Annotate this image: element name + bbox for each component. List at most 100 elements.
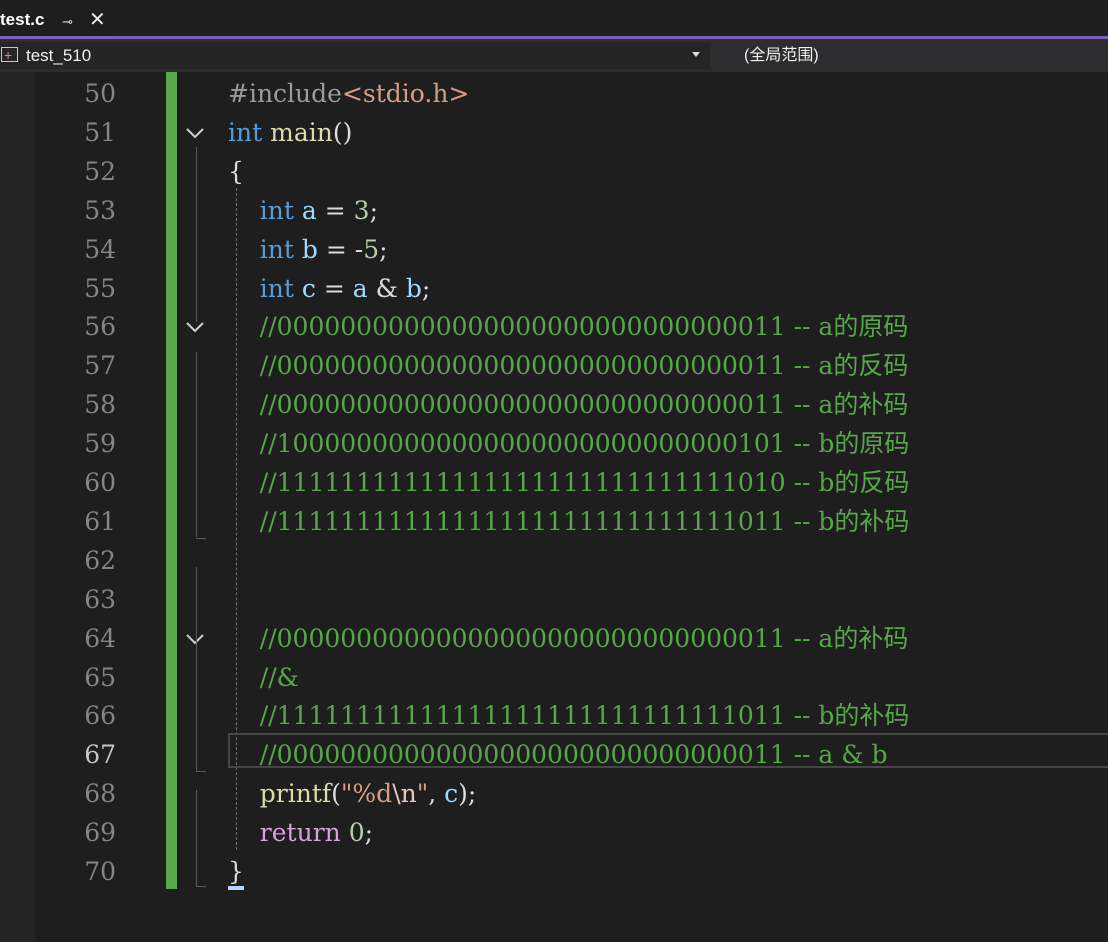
code-token: //00000000000000000000000000000011 -- a …	[259, 740, 888, 770]
line-number: 60	[84, 468, 116, 497]
code-line[interactable]: int c = a & b;	[228, 269, 430, 308]
chevron-down-icon[interactable]	[184, 316, 206, 338]
code-token: //00000000000000000000000000000011 -- a的…	[259, 623, 909, 653]
code-token: //11111111111111111111111111111011 -- b的…	[259, 506, 910, 536]
code-token: <stdio.h>	[341, 79, 470, 108]
line-number: 65	[84, 662, 116, 692]
code-line[interactable]: int a = 3;	[228, 191, 378, 230]
code-line[interactable]: //00000000000000000000000000000011 -- a的…	[228, 346, 909, 385]
line-number: 54	[84, 234, 116, 264]
code-token: ()	[332, 117, 353, 147]
fold-outline	[196, 790, 197, 886]
fold-outline	[196, 656, 197, 771]
code-token: ;	[369, 195, 378, 225]
code-line[interactable]: int b = -5;	[228, 230, 388, 269]
code-token: int	[259, 234, 294, 264]
code-line[interactable]: //&	[228, 658, 299, 697]
fold-end-tick	[196, 538, 206, 539]
code-token: "	[416, 779, 429, 809]
chevron-down-icon[interactable]	[184, 122, 206, 144]
code-token: a	[352, 273, 368, 303]
project-label: test_510	[26, 46, 92, 65]
line-number: 59	[84, 429, 116, 459]
change-tracking-bar	[166, 72, 177, 889]
code-token: int	[259, 273, 294, 303]
line-number: 64	[84, 623, 116, 653]
code-line[interactable]: //11111111111111111111111111111011 -- b的…	[228, 502, 910, 541]
code-token: //11111111111111111111111111111010 -- b的…	[259, 468, 910, 497]
code-token: 0	[348, 818, 365, 848]
line-number: 53	[84, 195, 116, 225]
code-token: 5	[363, 234, 380, 264]
code-token: ;	[364, 818, 374, 848]
code-editor[interactable]: 50 51 52 53 54 55 56 57 58 59 60 61 62 63 64 65 66 67 68 69…	[0, 72, 1108, 942]
code-line[interactable]: //00000000000000000000000000000011 -- a的…	[228, 619, 909, 658]
code-token: printf	[259, 779, 332, 809]
fold-outline	[196, 352, 197, 537]
code-token: a	[301, 195, 317, 225]
code-token: }	[228, 857, 244, 886]
scope-dropdown[interactable]: (全局范围)	[716, 42, 1108, 69]
code-line[interactable]: //11111111111111111111111111111010 -- b的…	[228, 463, 910, 502]
close-icon[interactable]: ✕	[89, 10, 107, 30]
code-line[interactable]: //00000000000000000000000000000011 -- a …	[228, 735, 888, 774]
tab-strip: test.c ⊸ ✕	[0, 0, 1108, 39]
line-number: 69	[84, 818, 116, 848]
line-number: 67	[84, 740, 116, 770]
code-line[interactable]: return 0;	[228, 813, 373, 852]
line-number: 50	[84, 79, 116, 108]
tab-test-c[interactable]: test.c ⊸ ✕	[0, 4, 114, 38]
code-token: ,	[428, 779, 445, 809]
chevron-down-icon[interactable]	[692, 52, 700, 57]
line-number: 51	[84, 117, 116, 147]
code-token: (	[331, 779, 341, 809]
code-line[interactable]: #include<stdio.h>	[228, 74, 469, 113]
code-token: //&	[259, 662, 299, 692]
fold-end-tick	[196, 886, 206, 887]
chevron-down-icon[interactable]	[184, 628, 206, 650]
project-dropdown[interactable]: test_510	[0, 42, 710, 69]
line-number: 68	[84, 779, 116, 809]
code-token: return	[259, 818, 341, 848]
code-token: c	[301, 273, 316, 303]
line-number: 56	[84, 312, 116, 342]
code-token: =	[316, 195, 354, 225]
line-number: 52	[84, 156, 116, 186]
code-token: ;	[379, 234, 388, 264]
code-line[interactable]: printf("%d\n", c);	[228, 774, 477, 813]
pin-icon[interactable]: ⊸	[62, 15, 76, 29]
code-line[interactable]: {	[228, 152, 244, 191]
code-line[interactable]: //00000000000000000000000000000011 -- a的…	[228, 307, 909, 346]
code-token: ;	[421, 273, 431, 303]
code-token: b	[405, 273, 422, 303]
code-line[interactable]: //10000000000000000000000000000101 -- b的…	[228, 424, 910, 463]
line-number: 70	[84, 857, 116, 886]
scope-label: (全局范围)	[744, 47, 819, 64]
project-icon	[1, 42, 18, 69]
code-token: 3	[353, 195, 370, 225]
code-line[interactable]: //11111111111111111111111111111011 -- b的…	[228, 696, 910, 735]
code-line[interactable]: //00000000000000000000000000000011 -- a的…	[228, 385, 909, 424]
code-token: \n	[392, 779, 417, 809]
code-token: {	[228, 156, 244, 186]
tab-title[interactable]: test.c	[0, 10, 44, 30]
line-number: 55	[84, 273, 116, 303]
code-token: );	[458, 779, 477, 809]
code-token: #include	[228, 79, 342, 108]
glyph-margin	[0, 72, 35, 942]
code-line[interactable]: int main()	[228, 113, 352, 152]
fold-outline	[196, 147, 197, 322]
